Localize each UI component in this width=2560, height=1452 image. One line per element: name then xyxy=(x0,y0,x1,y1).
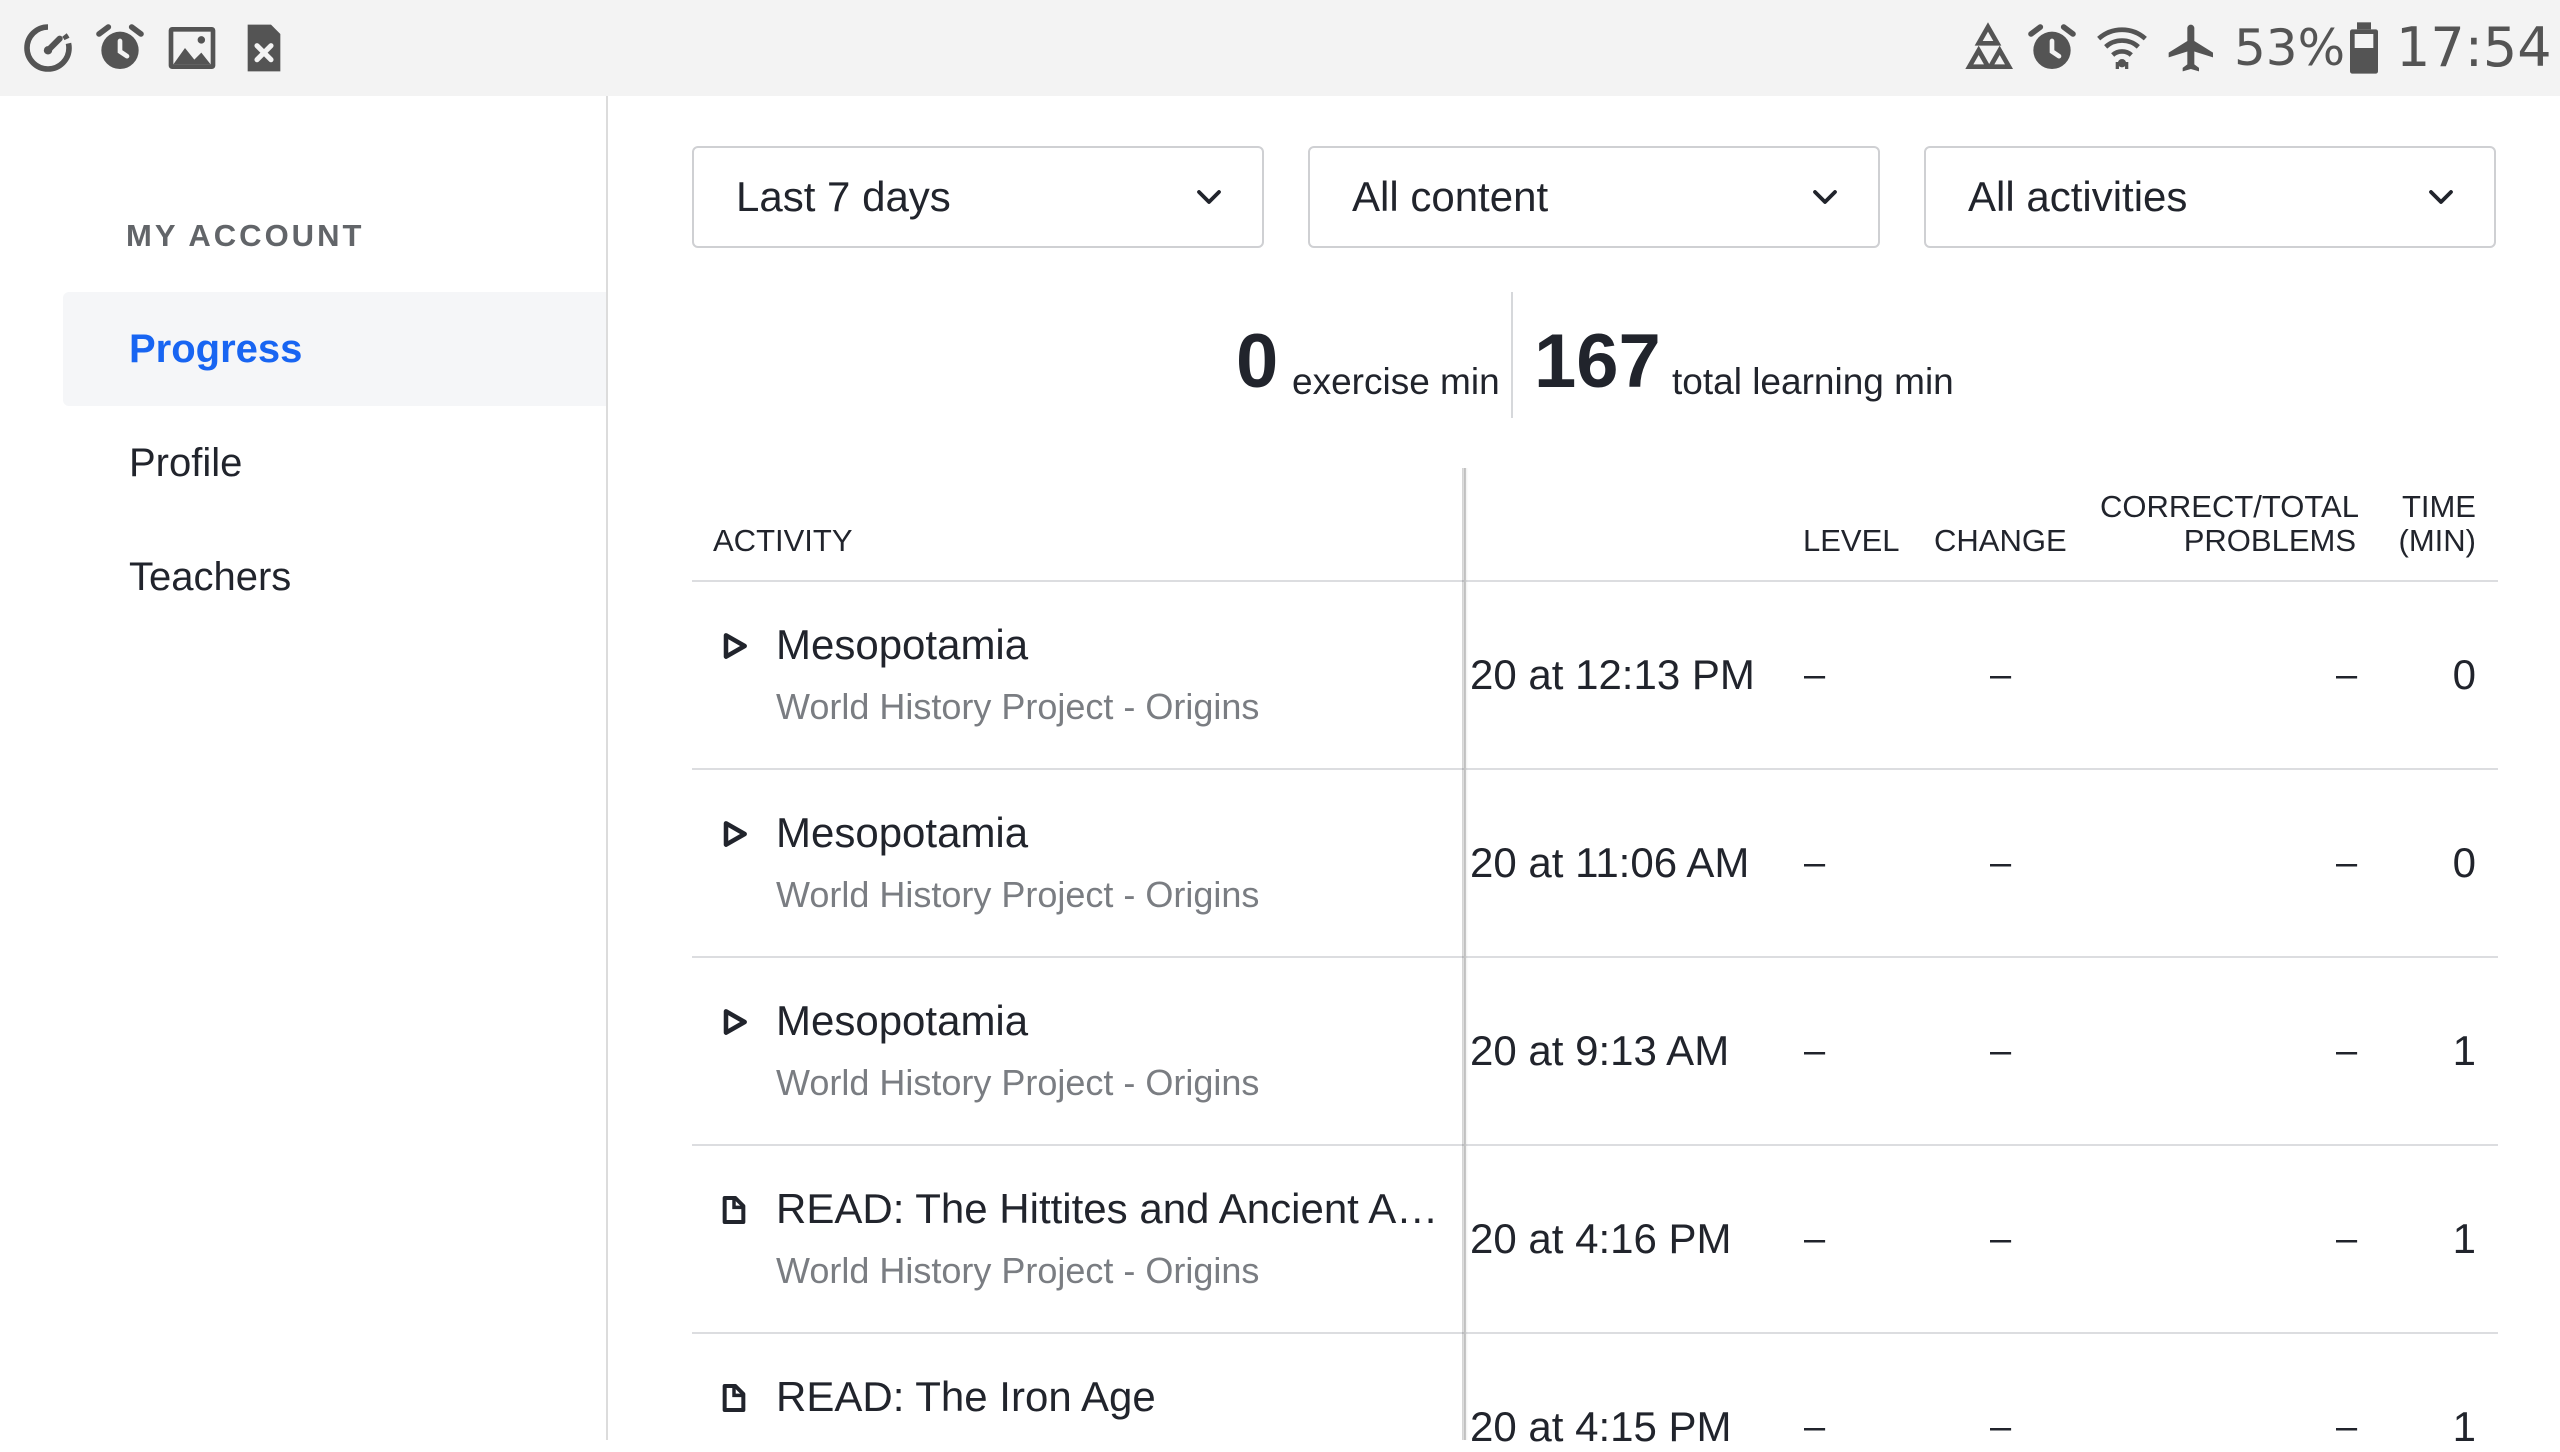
level-cell: – xyxy=(1804,1030,1826,1072)
row-divider xyxy=(692,1332,2498,1334)
activity-title[interactable]: Mesopotamia xyxy=(776,808,1028,858)
change-cell: – xyxy=(1990,842,2012,884)
column-header-activity: ACTIVITY xyxy=(713,523,853,558)
dropdown-value: All content xyxy=(1352,173,1549,220)
row-divider xyxy=(692,580,2498,582)
dropdown-value: Last 7 days xyxy=(736,173,951,220)
wifi-icon xyxy=(2094,20,2150,76)
header-line: CORRECT/TOTAL xyxy=(2100,489,2359,524)
column-header-time: TIME (MIN) xyxy=(2386,490,2476,558)
recycle-icon xyxy=(1960,20,2016,76)
change-cell: – xyxy=(1990,1218,2012,1260)
activity-title[interactable]: Mesopotamia xyxy=(776,620,1028,670)
content-dropdown[interactable]: All content xyxy=(1308,146,1880,248)
sticky-column-shadow xyxy=(1462,468,1468,1440)
sidebar-item-profile[interactable]: Profile xyxy=(63,406,606,520)
row-divider xyxy=(692,1144,2498,1146)
activity-title[interactable]: READ: The Iron Age xyxy=(776,1372,1156,1422)
gallery-icon xyxy=(164,20,220,76)
activity-subtitle: World History Project - Origins xyxy=(776,1250,1260,1291)
correct-cell: – xyxy=(2336,1406,2358,1448)
activity-date: 20 at 11:06 AM xyxy=(1470,839,1750,886)
sim-card-x-icon xyxy=(236,20,292,76)
correct-cell: – xyxy=(2336,654,2358,696)
header-line: TIME xyxy=(2401,489,2476,524)
play-icon xyxy=(723,821,747,847)
time-cell: 1 xyxy=(2452,1403,2476,1450)
status-bar: 53% 17:54 xyxy=(0,0,2560,96)
activity-date: 20 at 9:13 AM xyxy=(1470,1027,1730,1074)
change-cell: – xyxy=(1990,1406,2012,1448)
sidebar-heading: MY ACCOUNT xyxy=(126,218,365,253)
activity-date: 20 at 4:15 PM xyxy=(1470,1403,1732,1450)
correct-cell: – xyxy=(2336,1218,2358,1260)
dropdown-value: All activities xyxy=(1968,173,2188,220)
header-line: PROBLEMS xyxy=(2183,523,2356,558)
battery-icon xyxy=(2344,20,2384,76)
header-line: (MIN) xyxy=(2398,523,2476,558)
alarm-icon xyxy=(2024,20,2080,76)
activities-dropdown[interactable]: All activities xyxy=(1924,146,2496,248)
play-icon xyxy=(723,633,747,659)
correct-cell: – xyxy=(2336,1030,2358,1072)
correct-cell: – xyxy=(2336,842,2358,884)
time-cell: 0 xyxy=(2452,839,2476,886)
speedometer-icon xyxy=(20,20,76,76)
level-cell: – xyxy=(1804,842,1826,884)
chevron-down-icon xyxy=(1813,190,1837,204)
time-cell: 0 xyxy=(2452,651,2476,698)
exercise-minutes-label: exercise min xyxy=(1292,361,1500,402)
row-divider xyxy=(692,768,2498,770)
activity-subtitle: World History Project - Origins xyxy=(776,874,1260,915)
battery-percent: 53% xyxy=(2234,19,2346,77)
time-cell: 1 xyxy=(2452,1027,2476,1074)
total-minutes-value: 167 xyxy=(1534,319,1661,404)
level-cell: – xyxy=(1804,1218,1826,1260)
column-header-change: CHANGE xyxy=(1934,523,2067,558)
activity-title[interactable]: READ: The Hittites and Ancient A… xyxy=(776,1184,1438,1234)
activity-date: 20 at 12:13 PM xyxy=(1470,651,1755,698)
summary-divider xyxy=(1511,292,1513,418)
change-cell: – xyxy=(1990,654,2012,696)
column-header-level: LEVEL xyxy=(1803,523,1900,558)
date-range-dropdown[interactable]: Last 7 days xyxy=(692,146,1264,248)
sidebar: MY ACCOUNT Progress Profile Teachers xyxy=(0,96,608,1440)
article-icon xyxy=(722,1196,746,1224)
article-icon xyxy=(722,1384,746,1412)
clock-time: 17:54 xyxy=(2396,16,2552,79)
sidebar-item-teachers[interactable]: Teachers xyxy=(63,520,606,634)
activity-subtitle: World History Project - Origins xyxy=(776,686,1260,727)
chevron-down-icon xyxy=(2429,190,2453,204)
level-cell: – xyxy=(1804,654,1826,696)
activity-title[interactable]: Mesopotamia xyxy=(776,996,1028,1046)
sidebar-item-progress[interactable]: Progress xyxy=(63,292,606,406)
activity-subtitle: World History Project - Origins xyxy=(776,1062,1260,1103)
time-cell: 1 xyxy=(2452,1215,2476,1262)
exercise-minutes-value: 0 xyxy=(1236,319,1279,404)
airplane-mode-icon xyxy=(2164,20,2220,76)
level-cell: – xyxy=(1804,1406,1826,1448)
total-minutes-label: total learning min xyxy=(1672,361,1954,402)
chevron-down-icon xyxy=(1197,190,1221,204)
play-icon xyxy=(723,1009,747,1035)
change-cell: – xyxy=(1990,1030,2012,1072)
row-divider xyxy=(692,956,2498,958)
alarm-icon xyxy=(92,20,148,76)
column-header-correct-total: CORRECT/TOTAL PROBLEMS xyxy=(2100,489,2359,558)
activity-date: 20 at 4:16 PM xyxy=(1470,1215,1732,1262)
